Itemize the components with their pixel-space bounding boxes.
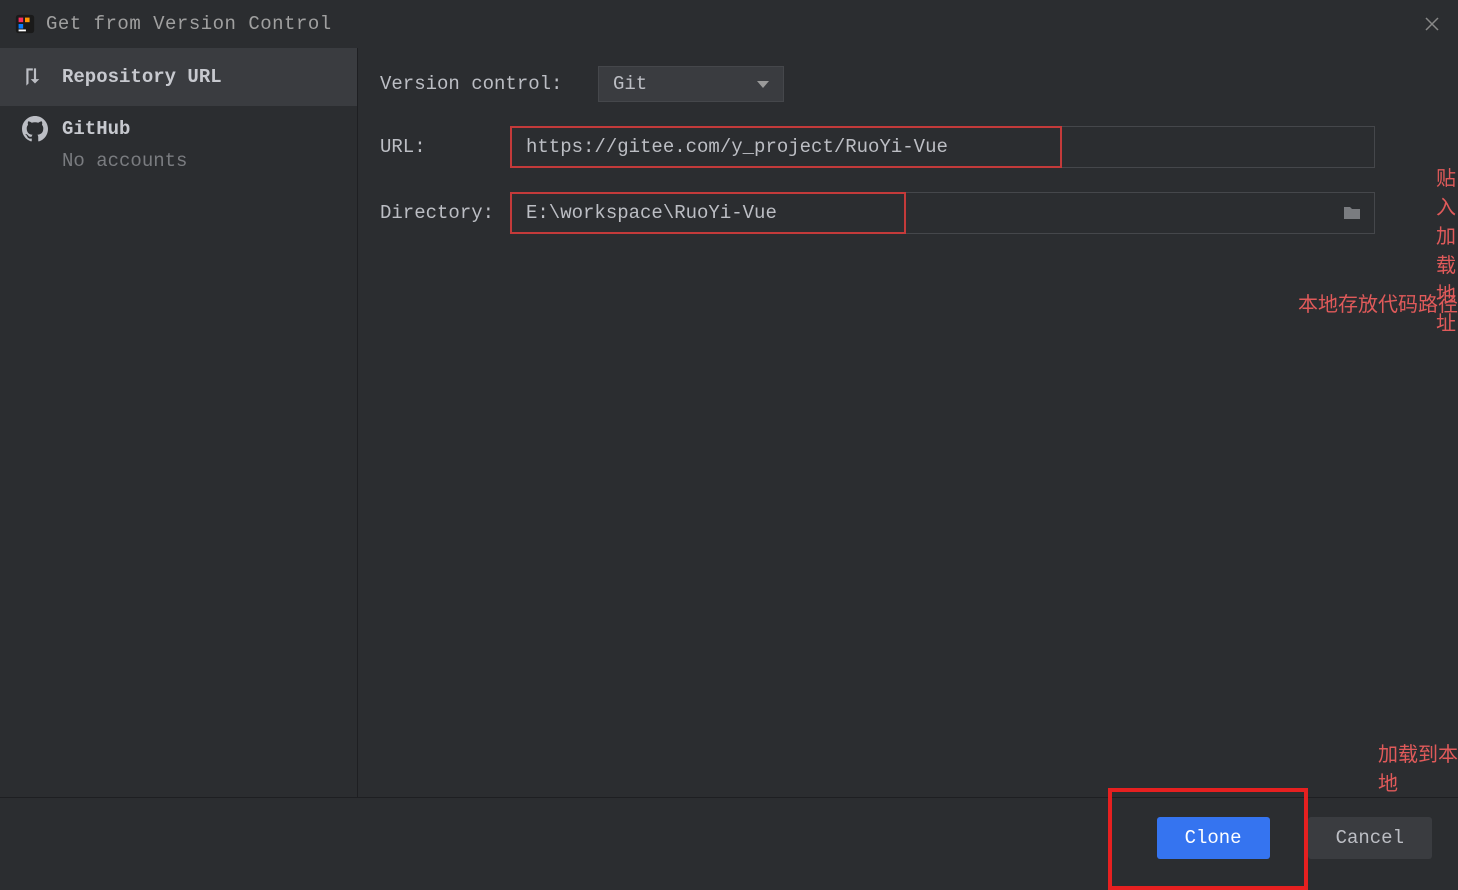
sidebar-item-repository-url[interactable]: Repository URL [0, 48, 357, 106]
url-input[interactable] [510, 126, 1062, 168]
sidebar-item-label: GitHub [62, 118, 130, 140]
window-title: Get from Version Control [46, 13, 332, 35]
url-input-extension [1062, 126, 1375, 168]
annotation-directory: 本地存放代码路径 [1298, 288, 1458, 317]
sidebar-item-label: Repository URL [62, 66, 222, 88]
folder-icon[interactable] [1342, 205, 1362, 221]
directory-input-extension [906, 192, 1375, 234]
github-no-accounts: No accounts [62, 150, 335, 172]
footer: Clone Cancel [0, 797, 1458, 877]
intellij-icon [14, 13, 36, 35]
directory-input[interactable] [510, 192, 906, 234]
clone-button[interactable]: Clone [1157, 817, 1270, 859]
vcs-select-value: Git [613, 73, 647, 95]
repo-url-icon [22, 64, 48, 90]
sidebar-item-github[interactable]: GitHub No accounts [0, 106, 357, 174]
directory-label: Directory: [380, 202, 510, 224]
main-panel: Version control: Git URL: Directory: [358, 48, 1458, 797]
annotation-clone: 加载到本地 [1378, 738, 1458, 796]
vcs-label: Version control: [380, 73, 590, 95]
vcs-select[interactable]: Git [598, 66, 784, 102]
titlebar: Get from Version Control [0, 0, 1458, 48]
url-label: URL: [380, 136, 510, 158]
close-icon[interactable] [1424, 16, 1440, 32]
cancel-button[interactable]: Cancel [1308, 817, 1432, 859]
sidebar: Repository URL GitHub No accounts [0, 48, 358, 797]
github-icon [22, 116, 48, 142]
chevron-down-icon [757, 81, 769, 88]
